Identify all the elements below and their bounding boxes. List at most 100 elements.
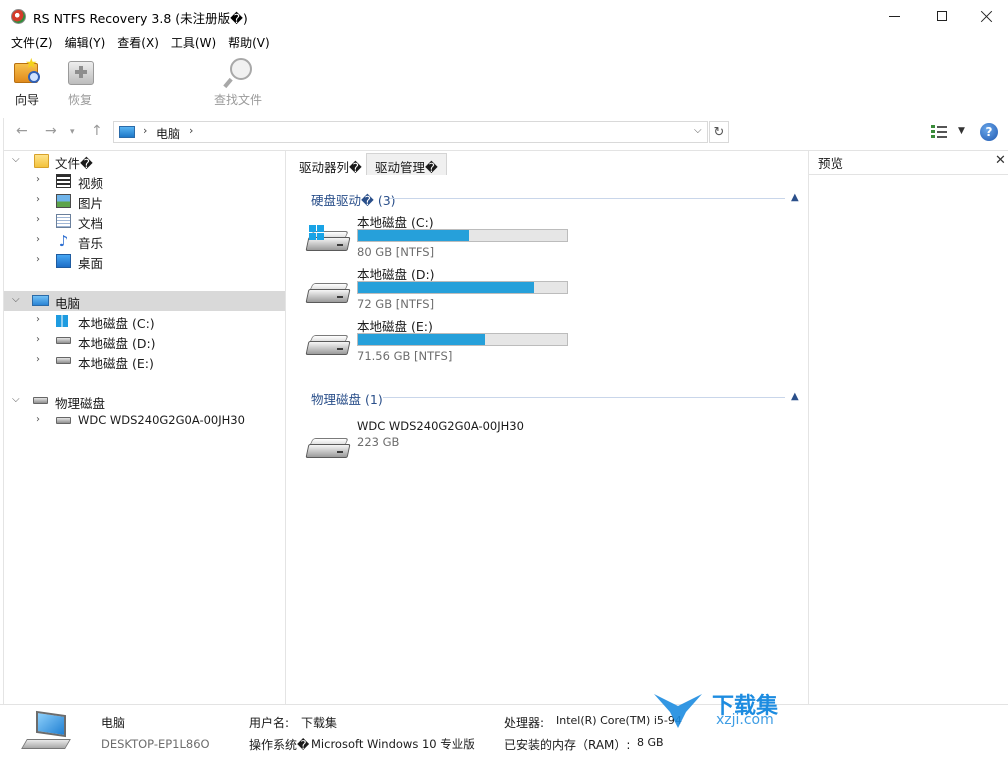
folder-icon (34, 154, 49, 168)
restore-icon (64, 57, 96, 87)
chevron-right-icon[interactable]: › (36, 254, 40, 265)
magnifier-icon (222, 57, 254, 89)
view-mode-icon[interactable] (931, 125, 947, 139)
tab-drive-manager[interactable]: 驱动管理� (366, 153, 447, 175)
splitter[interactable] (808, 151, 809, 704)
drive-card-d[interactable]: 本地磁盘 (D:) 72 GB [NTFS] (305, 264, 785, 314)
refresh-button[interactable]: ↻ (709, 121, 729, 143)
tree-item-wdc-disk[interactable]: › WDC WDS240G2G0A-00JH30 (4, 411, 285, 431)
laptop-icon (21, 710, 72, 753)
hard-drive-icon (56, 337, 71, 344)
toolbar: ★ 向导 恢复 查找文件 (0, 52, 1008, 118)
chevron-right-icon[interactable]: › (36, 214, 40, 225)
breadcrumb-computer[interactable]: 电脑 (156, 125, 180, 142)
tree-item-videos[interactable]: › 视频 (4, 171, 285, 191)
tree-item-music[interactable]: › ♪ 音乐 (4, 231, 285, 252)
chevron-right-icon[interactable]: › (36, 354, 40, 365)
wizard-button[interactable]: ★ 向导 (11, 56, 43, 108)
chevron-right-icon[interactable]: › (36, 314, 40, 325)
chevron-right-icon[interactable]: › (36, 414, 40, 425)
splitter[interactable] (285, 151, 286, 704)
maximize-button[interactable] (919, 0, 965, 32)
computer-icon (32, 295, 49, 306)
tree-item-label: 本地磁盘 (E:) (78, 356, 154, 371)
disk-name: WDC WDS240G2G0A-00JH30 (357, 419, 524, 433)
watermark-logo-icon (654, 694, 702, 728)
chevron-right-icon[interactable]: › (36, 194, 40, 205)
menu-help[interactable]: 帮助(V) (222, 32, 276, 52)
help-icon[interactable]: ? (980, 123, 998, 141)
chevron-right-icon[interactable]: › (36, 174, 40, 185)
drive-usage-bar (357, 281, 568, 294)
divider (809, 174, 1008, 175)
close-button[interactable] (963, 0, 1008, 32)
tree-item-label: 文档 (78, 216, 104, 231)
chevron-right-icon[interactable]: › (36, 234, 40, 245)
windows-drive-icon (56, 315, 68, 327)
menu-tools[interactable]: 工具(W) (165, 32, 222, 52)
view-dropdown-icon[interactable]: ▼ (958, 126, 965, 136)
tree-item-label: WDC WDS240G2G0A-00JH30 (78, 413, 245, 427)
preview-title: 预览 (818, 156, 844, 171)
chevron-down-icon[interactable]: ⌵ (12, 394, 20, 405)
section-count: (3) (377, 193, 396, 208)
back-arrow-icon[interactable]: ← (16, 123, 28, 139)
menu-file[interactable]: 文件(Z) (5, 32, 59, 52)
restore-button[interactable]: 恢复 (64, 57, 96, 108)
tree-item-computer[interactable]: ⌵ 电脑 (4, 291, 285, 311)
drive-usage-fill (358, 334, 486, 345)
tree-item-documents[interactable]: › 文档 (4, 211, 285, 231)
desktop-icon (56, 254, 71, 268)
up-arrow-icon[interactable]: ↑ (91, 123, 103, 139)
collapse-caret-icon[interactable]: ▲ (791, 192, 799, 203)
chevron-right-icon[interactable]: › (36, 334, 40, 345)
tree-item-label: 本地磁盘 (C:) (78, 316, 155, 331)
tree-item-desktop[interactable]: › 桌面 (4, 251, 285, 271)
menu-view[interactable]: 查看(X) (111, 32, 165, 52)
drive-size: 72 GB [NTFS] (357, 297, 435, 311)
tree-item-drive-e[interactable]: › 本地磁盘 (E:) (4, 351, 285, 371)
menu-edit[interactable]: 编辑(Y) (59, 32, 112, 52)
section-divider (390, 198, 785, 199)
minimize-button[interactable] (871, 0, 917, 32)
address-bar[interactable]: › 电脑 › ⌵ (113, 121, 708, 143)
tab-drive-list[interactable]: 驱动器列� (290, 153, 371, 175)
tree-item-files[interactable]: ⌵ 文件� (4, 151, 285, 171)
computer-icon (119, 126, 135, 138)
tree-item-drive-d[interactable]: › 本地磁盘 (D:) (4, 331, 285, 351)
history-chevron-icon[interactable]: ▾ (70, 127, 75, 137)
breadcrumb-chevron-icon[interactable]: › (189, 124, 193, 137)
close-preview-icon[interactable]: ✕ (995, 153, 1006, 168)
breadcrumb-chevron-icon[interactable]: › (143, 124, 147, 137)
hard-drive-icon (305, 438, 351, 460)
minimize-icon (888, 15, 900, 17)
forward-arrow-icon[interactable]: → (45, 123, 57, 139)
host-name: DESKTOP-EP1L86O (101, 737, 210, 751)
collapse-caret-icon[interactable]: ▲ (791, 391, 799, 402)
chevron-down-icon[interactable]: ⌵ (12, 154, 20, 165)
windows-hard-drive-icon (305, 225, 351, 253)
tree-item-pictures[interactable]: › 图片 (4, 191, 285, 211)
music-note-icon: ♪ (58, 232, 69, 250)
drive-card-e[interactable]: 本地磁盘 (E:) 71.56 GB [NTFS] (305, 316, 785, 366)
physical-disk-card[interactable]: WDC WDS240G2G0A-00JH30 223 GB (305, 419, 785, 469)
ram-value: 8 GB (637, 736, 664, 749)
refresh-icon: ↻ (713, 124, 725, 140)
maximize-icon (937, 11, 947, 21)
tree-item-physical-disks[interactable]: ⌵ 物理磁盘 (4, 391, 285, 411)
tree-item-label: 图片 (78, 196, 104, 211)
disk-size: 223 GB (357, 435, 400, 449)
tree-item-drive-c[interactable]: › 本地磁盘 (C:) (4, 311, 285, 331)
drive-usage-fill (358, 230, 469, 241)
find-files-button[interactable]: 查找文件 (214, 57, 262, 108)
window-title: RS NTFS Recovery 3.8 (未注册版�) (33, 11, 248, 26)
drive-usage-fill (358, 282, 534, 293)
drive-usage-bar (357, 229, 568, 242)
chevron-down-icon[interactable]: ⌵ (12, 294, 20, 305)
os-label: 操作系统� (249, 738, 310, 752)
chevron-down-icon[interactable]: ⌵ (694, 125, 702, 136)
document-icon (56, 214, 71, 228)
drive-card-c[interactable]: 本地磁盘 (C:) 80 GB [NTFS] (305, 212, 785, 262)
restore-label: 恢复 (67, 93, 92, 107)
hard-drive-icon (56, 357, 71, 364)
